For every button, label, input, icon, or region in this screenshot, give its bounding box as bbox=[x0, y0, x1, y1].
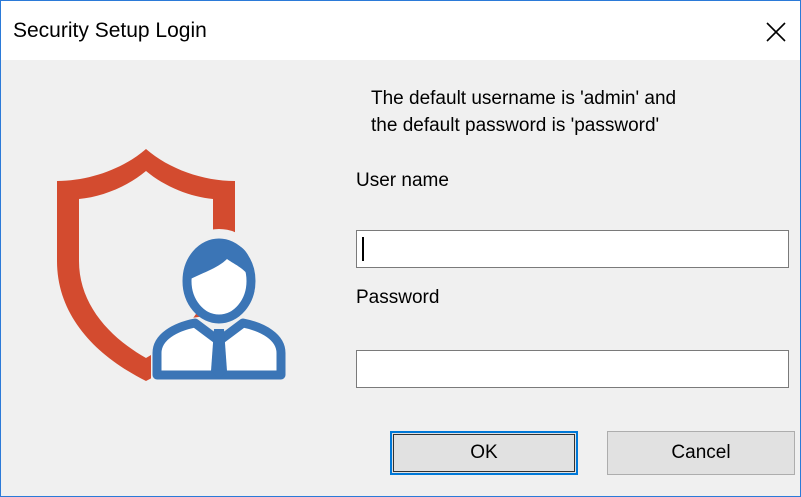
window-title: Security Setup Login bbox=[13, 19, 207, 42]
login-dialog: Security Setup Login The default usernam… bbox=[0, 0, 801, 497]
default-credentials-info: The default username is 'admin' and the … bbox=[371, 85, 676, 139]
cancel-button[interactable]: Cancel bbox=[607, 431, 795, 475]
username-label: User name bbox=[356, 170, 449, 191]
password-label: Password bbox=[356, 287, 440, 308]
close-button[interactable] bbox=[753, 9, 799, 55]
username-field[interactable] bbox=[356, 230, 789, 268]
info-line-2: the default password is 'password' bbox=[371, 115, 660, 136]
close-icon bbox=[766, 22, 786, 42]
info-line-1: The default username is 'admin' and bbox=[371, 88, 677, 109]
security-user-icon bbox=[41, 141, 311, 401]
text-caret bbox=[362, 237, 364, 261]
ok-button[interactable]: OK bbox=[390, 431, 578, 475]
password-field[interactable] bbox=[356, 350, 789, 388]
title-bar: Security Setup Login bbox=[1, 1, 800, 60]
